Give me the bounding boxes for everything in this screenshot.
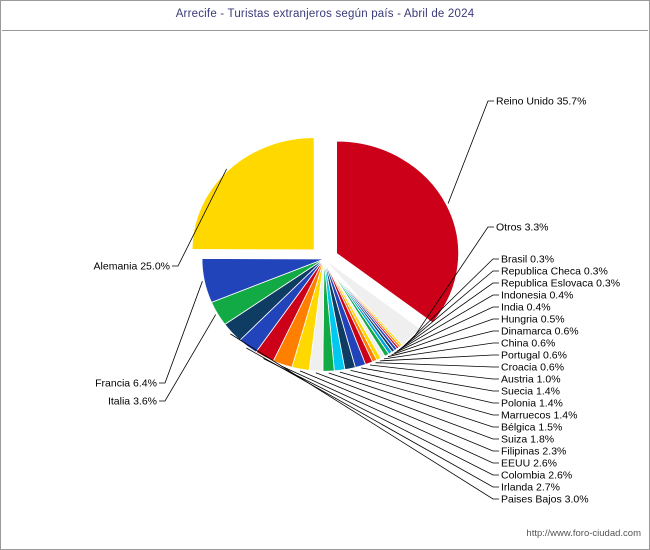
- slice-label: Paises Bajos 3.0%: [501, 494, 589, 506]
- slice-label: Austria 1.0%: [501, 374, 561, 386]
- slice-label: Dinamarca 0.6%: [501, 326, 579, 338]
- slice-label: Republica Checa 0.3%: [501, 266, 608, 278]
- leader-line: [375, 362, 499, 368]
- slice-label: Republica Eslovaca 0.3%: [501, 278, 620, 290]
- slice-label: Suecia 1.4%: [501, 386, 560, 398]
- slice-label: Hungria 0.5%: [501, 314, 565, 326]
- slice-label: EEUU 2.6%: [501, 458, 557, 470]
- slice-label: Italia 3.6%: [108, 396, 157, 408]
- pie-chart: Reino Unido 35.7% Otros 3.3% Brasil 0.3% Re…: [2, 31, 648, 519]
- pie-slice: [191, 137, 315, 251]
- slice-label: Reino Unido 35.7%: [496, 96, 586, 108]
- page-title: Arrecife - Turistas extranjeros según pa…: [175, 8, 475, 20]
- leader-line: [339, 371, 499, 416]
- leader-line: [447, 100, 494, 204]
- chart-page: Arrecife - Turistas extranjeros según pa…: [0, 0, 650, 550]
- slice-label: Irlanda 2.7%: [501, 482, 560, 494]
- leader-line: [350, 370, 499, 404]
- leader-line: [369, 364, 499, 380]
- slice-label: Otros 3.3%: [496, 222, 549, 234]
- slice-label: Bélgica 1.5%: [501, 422, 562, 434]
- leader-line: [328, 372, 499, 428]
- slice-label: Indonesia 0.4%: [501, 290, 573, 302]
- slice-label: Filipinas 2.3%: [501, 446, 566, 458]
- slice-label: India 0.4%: [501, 302, 551, 314]
- source-watermark: http://www.foro-ciudad.com: [526, 528, 641, 539]
- slice-label: Suiza 1.8%: [501, 434, 554, 446]
- slice-label: Portugal 0.6%: [501, 350, 567, 362]
- slice-label: Marruecos 1.4%: [501, 410, 577, 422]
- slice-label: Alemania 25.0%: [94, 261, 170, 273]
- slice-label: Francia 6.4%: [95, 378, 157, 390]
- slice-label: Colombia 2.6%: [501, 470, 572, 482]
- leader-line: [315, 372, 499, 440]
- slice-label: China 0.6%: [501, 338, 555, 350]
- slice-label: Croacia 0.6%: [501, 362, 564, 374]
- leader-line: [361, 367, 499, 392]
- leader-line: [159, 281, 203, 384]
- leader-line: [379, 354, 499, 362]
- pie-chart-svg: Reino Unido 35.7%Otros 3.3%Brasil 0.3%Re…: [94, 96, 621, 506]
- leader-line: [159, 314, 217, 402]
- leader-line: [281, 365, 499, 464]
- slice-label: Brasil 0.3%: [501, 254, 554, 266]
- slice-label: Polonia 1.4%: [501, 398, 563, 410]
- leader-line: [299, 370, 499, 452]
